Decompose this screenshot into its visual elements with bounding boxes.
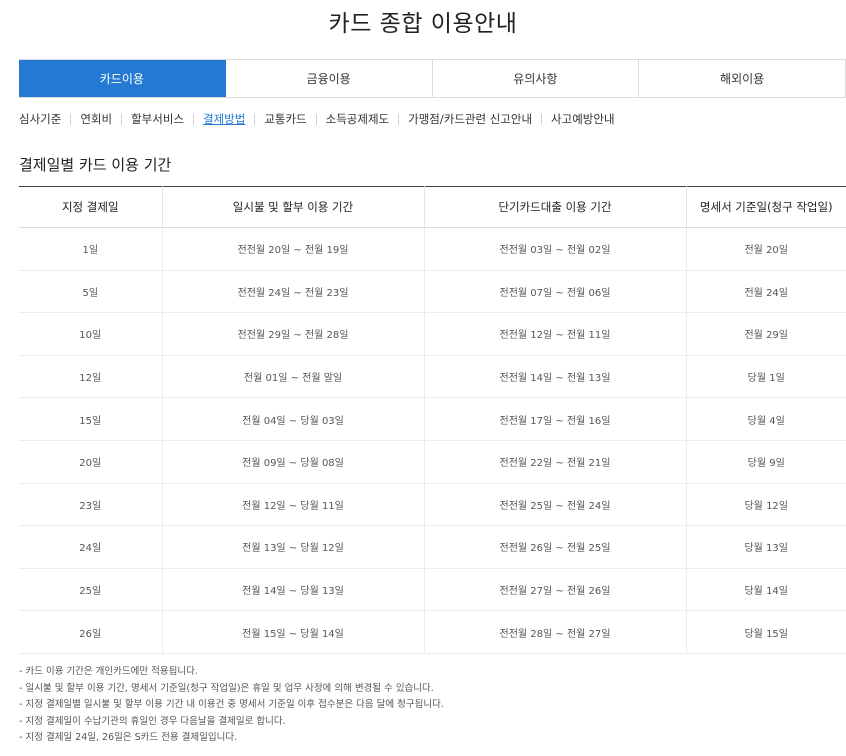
- cell-purchase-period: 전전월 20일 ~ 전월 19일: [162, 227, 425, 271]
- page-title: 카드 종합 이용안내: [328, 11, 518, 37]
- cell-statement-date: 당월 14일: [686, 568, 846, 612]
- subnav-item-tax-deduction[interactable]: 소득공제제도: [326, 111, 389, 127]
- tab-finance-usage[interactable]: 금융이용: [226, 60, 433, 97]
- cell-payment-day: 1일: [19, 227, 163, 271]
- subnav-item-annual-fee[interactable]: 연회비: [80, 111, 112, 127]
- cell-cash-advance-period: 전전월 25일 ~ 전월 24일: [424, 483, 687, 527]
- tab-card-usage[interactable]: 카드이용: [19, 60, 226, 97]
- table-header-row: 지정 결제일 일시불 및 할부 이용 기간 단기카드대출 이용 기간 명세서 기…: [19, 186, 846, 228]
- cell-purchase-period: 전전월 24일 ~ 전월 23일: [162, 270, 425, 314]
- subnav-item-installment[interactable]: 할부서비스: [131, 111, 184, 127]
- cell-cash-advance-period: 전전월 12일 ~ 전월 11일: [424, 312, 687, 356]
- cell-cash-advance-period: 전전월 28일 ~ 전월 27일: [424, 610, 687, 654]
- cell-cash-advance-period: 전전월 17일 ~ 전월 16일: [424, 397, 687, 441]
- table-row: 24일 전월 13일 ~ 당월 12일 전전월 26일 ~ 전월 25일 당월 …: [19, 525, 846, 569]
- subnav-divider: [315, 113, 317, 125]
- cell-statement-date: 당월 15일: [686, 610, 846, 654]
- sub-navigation: 심사기준 연회비 할부서비스 결제방법 교통카드 소득공제제도 가맹점/카드관련…: [19, 111, 615, 127]
- section-heading: 결제일별 카드 이용 기간: [19, 156, 172, 174]
- subnav-divider: [70, 113, 72, 125]
- cell-cash-advance-period: 전전월 22일 ~ 전월 21일: [424, 440, 687, 484]
- cell-statement-date: 당월 13일: [686, 525, 846, 569]
- cell-payment-day: 24일: [19, 525, 163, 569]
- cell-payment-day: 10일: [19, 312, 163, 356]
- cell-statement-date: 전월 20일: [686, 227, 846, 271]
- subnav-item-transit-card[interactable]: 교통카드: [264, 111, 306, 127]
- subnav-divider: [398, 113, 400, 125]
- note-item: - 지정 결제일별 일시불 및 할부 이용 기간 내 이용건 중 명세서 기준일…: [19, 699, 444, 710]
- table-row: 12일 전월 01일 ~ 전월 말일 전전월 14일 ~ 전월 13일 당월 1…: [19, 355, 846, 399]
- subnav-item-accident-prevention[interactable]: 사고예방안내: [551, 111, 614, 127]
- subnav-divider: [192, 113, 194, 125]
- cell-cash-advance-period: 전전월 03일 ~ 전월 02일: [424, 227, 687, 271]
- subnav-item-screening[interactable]: 심사기준: [19, 111, 61, 127]
- subnav-divider: [254, 113, 256, 125]
- cell-statement-date: 전월 24일: [686, 270, 846, 314]
- cell-purchase-period: 전월 04일 ~ 당월 03일: [162, 397, 425, 441]
- cell-purchase-period: 전월 12일 ~ 당월 11일: [162, 483, 425, 527]
- billing-period-table: 지정 결제일 일시불 및 할부 이용 기간 단기카드대출 이용 기간 명세서 기…: [19, 186, 846, 654]
- cell-statement-date: 전월 29일: [686, 312, 846, 356]
- cell-purchase-period: 전전월 29일 ~ 전월 28일: [162, 312, 425, 356]
- cell-purchase-period: 전월 01일 ~ 전월 말일: [162, 355, 425, 399]
- subnav-item-report-guide[interactable]: 가맹점/카드관련 신고안내: [408, 111, 532, 127]
- cell-payment-day: 23일: [19, 483, 163, 527]
- cell-payment-day: 26일: [19, 610, 163, 654]
- cell-statement-date: 당월 4일: [686, 397, 846, 441]
- cell-statement-date: 당월 12일: [686, 483, 846, 527]
- subnav-divider: [541, 113, 543, 125]
- subnav-divider: [121, 113, 123, 125]
- notes-list: - 카드 이용 기간은 개인카드에만 적용됩니다. - 일시불 및 할부 이용 …: [19, 664, 444, 747]
- cell-purchase-period: 전월 13일 ~ 당월 12일: [162, 525, 425, 569]
- cell-statement-date: 당월 9일: [686, 440, 846, 484]
- tab-precautions[interactable]: 유의사항: [433, 60, 640, 97]
- cell-payment-day: 15일: [19, 397, 163, 441]
- column-header-cash-advance-period: 단기카드대출 이용 기간: [424, 186, 687, 228]
- cell-purchase-period: 전월 15일 ~ 당월 14일: [162, 610, 425, 654]
- cell-payment-day: 5일: [19, 270, 163, 314]
- billing-period-table-wrap: 지정 결제일 일시불 및 할부 이용 기간 단기카드대출 이용 기간 명세서 기…: [19, 186, 846, 654]
- table-row: 25일 전월 14일 ~ 당월 13일 전전월 27일 ~ 전월 26일 당월 …: [19, 568, 846, 612]
- table-row: 5일 전전월 24일 ~ 전월 23일 전전월 07일 ~ 전월 06일 전월 …: [19, 270, 846, 314]
- table-row: 23일 전월 12일 ~ 당월 11일 전전월 25일 ~ 전월 24일 당월 …: [19, 483, 846, 527]
- table-row: 26일 전월 15일 ~ 당월 14일 전전월 28일 ~ 전월 27일 당월 …: [19, 610, 846, 654]
- column-header-purchase-period: 일시불 및 할부 이용 기간: [162, 186, 425, 228]
- cell-purchase-period: 전월 14일 ~ 당월 13일: [162, 568, 425, 612]
- cell-purchase-period: 전월 09일 ~ 당월 08일: [162, 440, 425, 484]
- subnav-item-payment-method[interactable]: 결제방법: [203, 111, 245, 127]
- cell-payment-day: 25일: [19, 568, 163, 612]
- note-item: - 카드 이용 기간은 개인카드에만 적용됩니다.: [19, 666, 198, 677]
- column-header-payment-day: 지정 결제일: [19, 186, 163, 228]
- column-header-statement-date: 명세서 기준일(청구 작업일): [686, 186, 846, 228]
- cell-statement-date: 당월 1일: [686, 355, 846, 399]
- cell-cash-advance-period: 전전월 27일 ~ 전월 26일: [424, 568, 687, 612]
- table-row: 15일 전월 04일 ~ 당월 03일 전전월 17일 ~ 전월 16일 당월 …: [19, 397, 846, 441]
- cell-cash-advance-period: 전전월 14일 ~ 전월 13일: [424, 355, 687, 399]
- tab-overseas-usage[interactable]: 해외이용: [639, 60, 846, 97]
- cell-payment-day: 20일: [19, 440, 163, 484]
- table-row: 10일 전전월 29일 ~ 전월 28일 전전월 12일 ~ 전월 11일 전월…: [19, 312, 846, 356]
- table-row: 1일 전전월 20일 ~ 전월 19일 전전월 03일 ~ 전월 02일 전월 …: [19, 227, 846, 271]
- note-item: - 지정 결제일 24일, 26일은 S카드 전용 결제일입니다.: [19, 732, 238, 743]
- table-row: 20일 전월 09일 ~ 당월 08일 전전월 22일 ~ 전월 21일 당월 …: [19, 440, 846, 484]
- note-item: - 일시불 및 할부 이용 기간, 명세서 기준일(청구 작업일)은 휴일 및 …: [19, 682, 434, 694]
- main-tabs: 카드이용 금융이용 유의사항 해외이용: [19, 59, 846, 98]
- cell-cash-advance-period: 전전월 26일 ~ 전월 25일: [424, 525, 687, 569]
- cell-cash-advance-period: 전전월 07일 ~ 전월 06일: [424, 270, 687, 314]
- cell-payment-day: 12일: [19, 355, 163, 399]
- note-item: - 지정 결제일이 수납기관의 휴일인 경우 다음날을 결제일로 합니다.: [19, 715, 286, 727]
